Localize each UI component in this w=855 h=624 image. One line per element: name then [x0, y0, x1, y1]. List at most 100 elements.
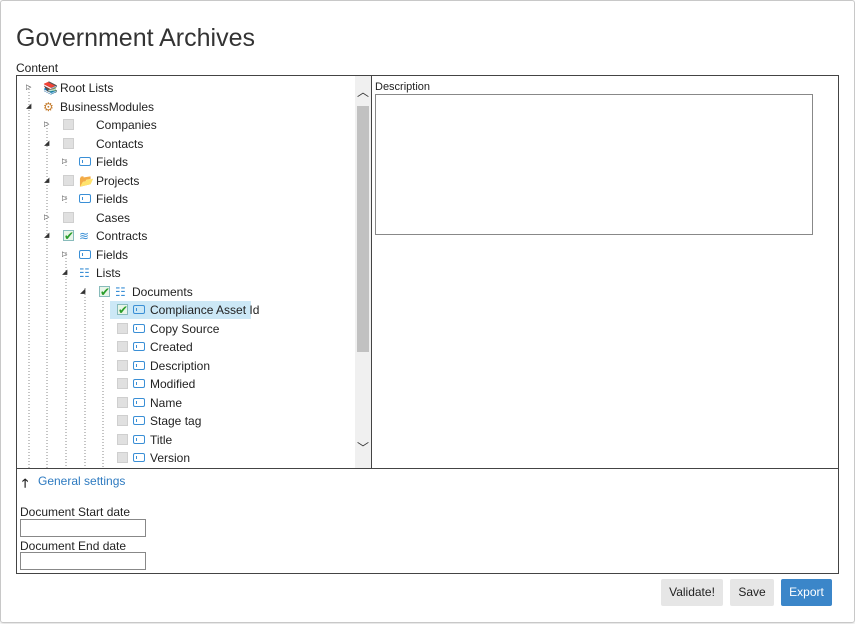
tree-node-label: Modified: [150, 377, 196, 391]
tree-node[interactable]: ◢ 📂 Projects: [17, 172, 355, 190]
tree-node[interactable]: ▷ Companies: [17, 116, 355, 134]
expand-icon[interactable]: ▷: [44, 116, 52, 134]
scroll-down-icon[interactable]: ﹀: [355, 440, 371, 456]
tree-node-checkbox[interactable]: [117, 452, 128, 463]
tree-node-checkbox[interactable]: [117, 378, 128, 389]
tree-node-label: Title: [150, 432, 173, 447]
description-label: Description: [375, 81, 431, 93]
business-modules-icon: ⚙: [43, 99, 54, 114]
list-icon: ☷: [79, 266, 90, 280]
collapse-icon[interactable]: ◢: [44, 135, 52, 153]
tree-node[interactable]: ◢ ≋ Contracts: [17, 227, 355, 245]
tree-node[interactable]: ◢ ☷ Documents: [17, 283, 355, 301]
collapse-icon[interactable]: ◢: [26, 98, 34, 116]
tree-node[interactable]: ▷ 📚 Root Lists: [17, 79, 355, 97]
root-lists-icon: 📚: [43, 81, 58, 95]
tree-node-checkbox[interactable]: [63, 227, 74, 245]
tree-node-checkbox[interactable]: [63, 137, 74, 149]
expand-icon[interactable]: ▷: [26, 79, 34, 97]
tree-node-label: Name: [150, 395, 183, 410]
arrow-up-icon[interactable]: 🡑: [22, 474, 28, 495]
tree-node-checkbox[interactable]: [63, 119, 74, 130]
tree-node-checkbox[interactable]: [63, 174, 74, 186]
tree-node[interactable]: Version: [17, 449, 355, 467]
projects-icon: 📂: [79, 173, 94, 188]
tree-node[interactable]: ◢ ⚙ BusinessModules: [17, 98, 355, 116]
section-divider: [17, 468, 838, 469]
content-label: Content: [16, 61, 59, 75]
tree-node-label: Compliance Asset Id: [150, 303, 260, 317]
document-end-date-input[interactable]: [20, 552, 146, 570]
tree-node[interactable]: Modified: [17, 375, 355, 393]
tree-node[interactable]: ◢ ☷ Lists: [17, 264, 355, 282]
tree-node[interactable]: ▷ Fields: [17, 153, 355, 171]
document-start-date-label: Document Start date: [20, 505, 131, 519]
collapse-icon[interactable]: ◢: [62, 264, 70, 282]
expand-icon[interactable]: ▷: [62, 153, 70, 171]
collapse-icon[interactable]: ◢: [44, 227, 52, 245]
tree-node-checkbox[interactable]: [99, 283, 110, 301]
content-tree: ▷ 📚 Root Lists ◢ ⚙ BusinessModules ▷ Companies ◢…: [17, 76, 371, 468]
tree-node[interactable]: Copy Source: [17, 320, 355, 338]
tree-node[interactable]: Title: [17, 431, 355, 449]
page-title: Government Archives: [16, 24, 255, 52]
field-icon: [133, 416, 145, 425]
content-panel: ▷ 📚 Root Lists ◢ ⚙ BusinessModules ▷ Companies ◢…: [16, 75, 839, 574]
tree-node[interactable]: Name: [17, 394, 355, 412]
tree-node[interactable]: Description: [17, 357, 355, 375]
collapse-icon[interactable]: ◢: [80, 283, 88, 301]
document-start-date-input[interactable]: [20, 519, 146, 537]
field-icon: [133, 342, 145, 351]
validate-button[interactable]: Validate!: [661, 579, 723, 606]
tree-node-label: Contacts: [96, 136, 144, 151]
tree-node[interactable]: ◢ Contacts: [17, 135, 355, 153]
field-icon: [133, 305, 145, 314]
field-icon: [133, 323, 145, 333]
scroll-thumb[interactable]: [357, 106, 369, 352]
description-textarea[interactable]: [375, 94, 813, 235]
tree-node-checkbox[interactable]: [117, 359, 128, 371]
tree-node-label: Fields: [96, 192, 129, 206]
tree-node[interactable]: ▷ Fields: [17, 190, 355, 208]
contracts-icon: ≋: [79, 229, 90, 243]
document-end-date-label: Document End date: [20, 539, 127, 553]
tree-node-label: Lists: [96, 266, 121, 280]
tree-scrollbar[interactable]: ︿ ﹀: [355, 76, 371, 468]
expand-icon[interactable]: ▷: [62, 246, 70, 264]
tree-node-checkbox[interactable]: [63, 211, 74, 223]
tree-node-checkbox[interactable]: [117, 433, 128, 445]
expand-icon[interactable]: ▷: [44, 209, 52, 227]
field-icon: [133, 360, 145, 370]
tree-node[interactable]: Stage tag: [17, 412, 355, 430]
scroll-up-icon[interactable]: ︿: [355, 84, 371, 100]
tree-node-label: BusinessModules: [60, 99, 155, 114]
tree-node-label: Stage tag: [150, 414, 202, 428]
tree-node[interactable]: ▷ Fields: [17, 246, 355, 264]
save-button[interactable]: Save: [730, 579, 774, 606]
field-icon: [133, 397, 145, 407]
export-button[interactable]: Export: [781, 579, 832, 606]
tree-node-checkbox[interactable]: [117, 396, 128, 408]
tree-node-label: Copy Source: [150, 321, 220, 336]
tree-node-label: Created: [150, 340, 193, 354]
list-icon: ☷: [115, 284, 126, 299]
tree-node-checkbox[interactable]: [117, 301, 128, 319]
tree-node[interactable]: ▷ Cases: [17, 209, 355, 227]
tree-node-label: Contracts: [96, 229, 148, 243]
tree-node[interactable]: Created: [17, 338, 355, 356]
general-settings-link[interactable]: General settings: [38, 474, 125, 488]
tree-node-label: Root Lists: [60, 81, 114, 95]
tree-node-label: Description: [150, 358, 211, 373]
tree-node-checkbox[interactable]: [117, 322, 128, 334]
field-icon: [79, 194, 91, 203]
field-icon: [133, 453, 145, 462]
expand-icon[interactable]: ▷: [62, 190, 70, 208]
pane-divider: [371, 76, 372, 468]
tree-node-label: Version: [150, 451, 191, 465]
tree-node[interactable]: Compliance Asset Id: [17, 301, 355, 319]
collapse-icon[interactable]: ◢: [44, 172, 52, 190]
tree-node-checkbox[interactable]: [117, 415, 128, 426]
tree-node-checkbox[interactable]: [117, 341, 128, 352]
tree-node-label: Cases: [96, 210, 131, 225]
field-icon: [133, 379, 145, 388]
